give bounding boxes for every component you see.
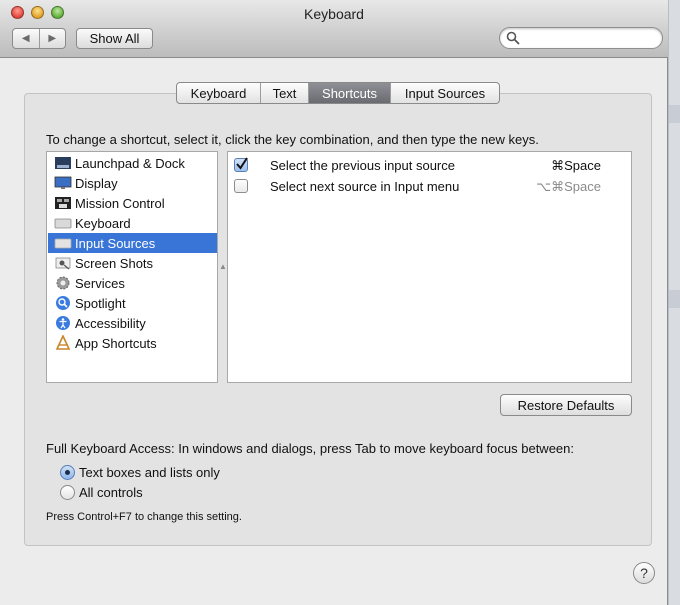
spotlight-icon <box>53 295 73 311</box>
back-button[interactable]: ◀ <box>13 29 40 48</box>
category-services[interactable]: Services <box>48 273 217 293</box>
help-button[interactable]: ? <box>633 562 655 584</box>
category-label: Screen Shots <box>75 255 154 271</box>
keyboard-access-note: Press Control+F7 to change this setting. <box>46 511 242 523</box>
tab-bar: Keyboard Text Shortcuts Input Sources <box>176 82 500 104</box>
accessibility-icon <box>53 315 73 331</box>
radio-text-boxes-only[interactable]: Text boxes and lists only <box>60 463 260 481</box>
shortcut-categories-list: Launchpad & Dock Display Mission Control… <box>46 151 218 383</box>
display-icon <box>53 175 73 191</box>
input-sources-icon <box>53 235 73 251</box>
mission-control-icon <box>53 195 73 211</box>
tab-input-sources[interactable]: Input Sources <box>391 83 499 103</box>
instructions-text: To change a shortcut, select it, click t… <box>46 132 539 147</box>
shortcut-row[interactable]: Select the previous input source ⌘Space <box>228 155 631 175</box>
restore-defaults-button[interactable]: Restore Defaults <box>500 394 632 416</box>
radio-label: All controls <box>79 484 143 500</box>
category-label: Accessibility <box>75 315 146 331</box>
category-label: Input Sources <box>75 235 156 251</box>
list-split-handle[interactable]: ▲ <box>219 262 227 271</box>
app-shortcuts-icon <box>53 335 73 351</box>
shortcut-enabled-checkbox[interactable] <box>234 179 248 193</box>
radio-all-controls[interactable]: All controls <box>60 483 260 501</box>
category-label: Keyboard <box>75 215 131 231</box>
category-input-sources[interactable]: Input Sources <box>48 233 217 253</box>
shortcut-label: Select the previous input source <box>270 158 455 173</box>
shortcut-row[interactable]: Select next source in Input menu ⌥⌘Space <box>228 176 631 196</box>
category-label: Display <box>75 175 118 191</box>
radio-button[interactable] <box>60 484 75 500</box>
back-forward-buttons: ◀ ▶ <box>12 28 66 49</box>
tab-keyboard[interactable]: Keyboard <box>177 83 261 103</box>
forward-button[interactable]: ▶ <box>40 29 66 48</box>
window-title: Keyboard <box>304 6 364 22</box>
keyboard-preferences-window: Keyboard ◀ ▶ Show All Keyboard Text Shor… <box>0 0 668 605</box>
category-label: Services <box>75 275 125 291</box>
category-accessibility[interactable]: Accessibility <box>48 313 217 333</box>
search-input[interactable] <box>522 30 656 46</box>
category-label: Mission Control <box>75 195 165 211</box>
tab-shortcuts[interactable]: Shortcuts <box>309 83 391 103</box>
radio-label: Text boxes and lists only <box>79 464 220 480</box>
keyboard-icon <box>53 215 73 231</box>
category-screen-shots[interactable]: Screen Shots <box>48 253 217 273</box>
background-window-bar <box>669 105 680 123</box>
category-display[interactable]: Display <box>48 173 217 193</box>
category-label: Launchpad & Dock <box>75 155 185 171</box>
tab-text[interactable]: Text <box>261 83 309 103</box>
category-keyboard[interactable]: Keyboard <box>48 213 217 233</box>
radio-button[interactable] <box>60 464 75 480</box>
category-mission-control[interactable]: Mission Control <box>48 193 217 213</box>
category-launchpad-dock[interactable]: Launchpad & Dock <box>48 153 217 173</box>
full-keyboard-access-label: Full Keyboard Access: In windows and dia… <box>46 441 574 456</box>
title-bar: Keyboard ◀ ▶ Show All <box>0 0 668 58</box>
shortcut-enabled-checkbox[interactable] <box>234 157 248 172</box>
launchpad-icon <box>53 155 73 171</box>
shortcuts-list: Select the previous input source ⌘Space … <box>227 151 632 383</box>
category-spotlight[interactable]: Spotlight <box>48 293 217 313</box>
search-icon <box>506 31 520 45</box>
checkmark-icon <box>236 157 248 170</box>
category-label: Spotlight <box>75 295 126 311</box>
shortcut-key-combination[interactable]: ⌥⌘Space <box>536 179 601 195</box>
shortcut-key-combination[interactable]: ⌘Space <box>551 158 601 174</box>
show-all-button[interactable]: Show All <box>76 28 153 49</box>
category-label: App Shortcuts <box>75 335 157 351</box>
category-app-shortcuts[interactable]: App Shortcuts <box>48 333 217 353</box>
screen-shots-icon <box>53 255 73 271</box>
gear-icon <box>53 275 73 291</box>
search-field[interactable] <box>499 27 663 49</box>
background-window-bar <box>669 290 680 308</box>
shortcut-label: Select next source in Input menu <box>270 179 460 194</box>
